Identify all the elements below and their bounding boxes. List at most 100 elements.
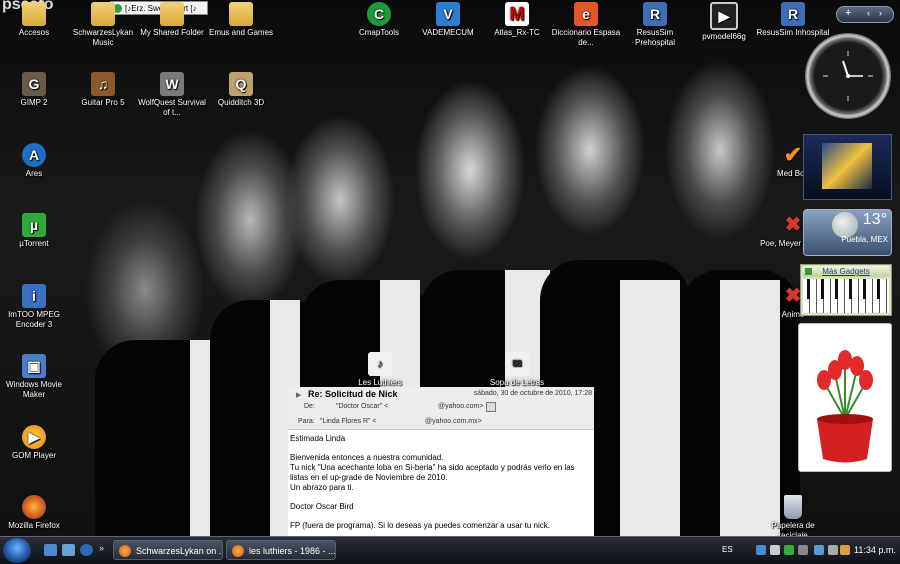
email-from-name: "Doctor Oscar" < <box>336 403 389 410</box>
desktop-icon-utorrent[interactable]: µ µTorrent <box>0 213 71 249</box>
more-gadgets-label: Más Gadgets <box>822 267 870 276</box>
desktop-icon-recycle-bin[interactable]: Papelera de reciclaje <box>756 495 830 536</box>
desktop-icon-diccionario[interactable]: e Diccionario Espasa de... <box>549 2 623 48</box>
gimp-icon: G <box>22 72 46 96</box>
language-indicator[interactable]: ES <box>722 545 733 554</box>
chevron-left-icon[interactable]: ‹ <box>867 8 870 18</box>
email-greeting: Estimada Linda <box>290 434 346 443</box>
sidebar-controls: + ‹ › <box>836 6 894 23</box>
resussim-icon: R <box>781 2 805 26</box>
firefox-icon <box>22 495 46 519</box>
desktop-icon-pvmodel66g[interactable]: ▶ pvmodel66g <box>687 2 761 42</box>
desktop-icon-vademecum[interactable]: V VADEMECUM <box>411 2 485 38</box>
document-icon: ✉ <box>505 352 529 376</box>
quidditch-icon: Q <box>229 72 253 96</box>
desktop-icon-my-shared-folder[interactable]: My Shared Folder <box>135 2 209 38</box>
desktop-icon-quidditch[interactable]: Q Quidditch 3D <box>204 72 278 108</box>
firefox-icon <box>119 545 131 557</box>
icon-label: Accesos <box>18 28 50 37</box>
icon-label: Mozilla Firefox <box>8 521 60 530</box>
desktop-icon-sopa-de-letras[interactable]: ✉ Sopa de Letras <box>480 352 554 388</box>
gom-player-icon: ▶ <box>22 425 46 449</box>
desktop-icon-atlas-rx-tc[interactable]: M Atlas_Rx-TC <box>480 2 554 38</box>
network-icon[interactable] <box>756 545 766 555</box>
desktop-icon-schwarzeslykan-music[interactable]: SchwarzesLykan Music <box>66 2 140 48</box>
clock-gadget[interactable] <box>805 33 891 119</box>
tray-app-icon[interactable] <box>784 545 794 555</box>
chevron-right-icon[interactable]: › <box>879 8 882 18</box>
start-button[interactable] <box>3 538 31 563</box>
desktop-icon-emus-and-games[interactable]: Emus and Games <box>204 2 278 38</box>
email-to-label: Para: <box>298 418 315 425</box>
desktop-icon-gimp[interactable]: G GIMP 2 <box>0 72 71 108</box>
desktop-icon-accesos[interactable]: Accesos <box>0 2 71 38</box>
folder-icon <box>22 2 46 26</box>
contact-card-icon <box>486 402 496 412</box>
desktop-icon-ares[interactable]: A Ares <box>0 143 71 179</box>
add-gadget-button[interactable]: + <box>845 7 851 19</box>
quicklaunch-chevron-icon[interactable]: » <box>99 543 104 553</box>
desktop-icon-gom-player[interactable]: ▶ GOM Player <box>0 425 71 461</box>
movie-maker-icon: ▣ <box>22 354 46 378</box>
resussim-icon: R <box>643 2 667 26</box>
utorrent-icon: µ <box>22 213 46 237</box>
email-line: listas en el up-grade de Noviembre de 20… <box>290 473 448 482</box>
slideshow-image <box>822 143 872 189</box>
imtoo-icon: i <box>22 284 46 308</box>
mail-arrow-icon: ▶ <box>296 392 302 399</box>
volume-icon[interactable] <box>828 545 838 555</box>
document-icon: ✖ <box>784 214 802 236</box>
tray-app-icon[interactable] <box>840 545 850 555</box>
recycle-bin-icon <box>784 495 802 519</box>
network-status-icon[interactable] <box>814 545 824 555</box>
internet-explorer-icon[interactable] <box>80 544 93 556</box>
task-label: les luthiers - 1986 - ... <box>249 546 336 556</box>
email-from-label: De: <box>304 403 315 410</box>
piano-keys[interactable] <box>803 279 889 313</box>
desktop-icon-les-luthiers[interactable]: ♪ Les Luthiers <box>343 352 417 388</box>
desktop-icon-resussim-prehospital[interactable]: R ResusSim Prehospital <box>618 2 692 48</box>
email-line: Bienvenida entonces a nuestra comunidad. <box>290 453 444 462</box>
safely-remove-icon[interactable] <box>770 545 780 555</box>
taskbar-button-les-luthiers[interactable]: les luthiers - 1986 - ... <box>226 540 336 560</box>
piano-black-keys <box>803 279 889 299</box>
desktop-wallpaper: pseafo [♪Erz. Sweetheart [♪ Accesos Schw… <box>0 0 900 536</box>
icon-label: ResusSim Prehospital <box>634 28 676 47</box>
desktop-icon-movie-maker[interactable]: ▣ Windows Movie Maker <box>0 354 71 400</box>
clock-display[interactable]: 11:34 p.m. <box>854 545 896 555</box>
cmaptools-icon: C <box>367 2 391 26</box>
icon-label: Papelera de reciclaje <box>771 521 815 536</box>
gadget-status-icon <box>805 268 812 275</box>
email-from-domain: @yahoo.com> <box>438 403 484 410</box>
switch-windows-icon[interactable] <box>62 544 75 556</box>
icon-label: VADEMECUM <box>422 28 474 37</box>
guitar-pro-icon: ♫ <box>91 72 115 96</box>
desktop-icon-firefox[interactable]: Mozilla Firefox <box>0 495 71 531</box>
show-desktop-icon[interactable] <box>44 544 57 556</box>
taskbar-button-firefox[interactable]: SchwarzesLykan on ... <box>113 540 223 560</box>
slideshow-gadget[interactable] <box>803 134 892 200</box>
icon-label: GIMP 2 <box>20 98 48 107</box>
email-date: sábado, 30 de octubre de 2010, 17:28 <box>473 390 592 397</box>
email-footer: FP (fuera de programa). Si lo deseas ya … <box>290 521 550 530</box>
email-to-name: "Linda Flores R" < <box>320 418 377 425</box>
flower-picture-gadget[interactable] <box>798 323 892 472</box>
email-line: Tu nick "Una acechante loba en Si-beria"… <box>290 463 575 472</box>
desktop-icon-wolfquest[interactable]: W WolfQuest Survival of t... <box>135 72 209 118</box>
desktop-icon-guitar-pro[interactable]: ♫ Guitar Pro 5 <box>66 72 140 108</box>
folder-icon <box>160 2 184 26</box>
weather-gadget[interactable]: 13° Puebla, MEX <box>803 209 892 256</box>
wolfquest-icon: W <box>160 72 184 96</box>
email-header: ▶ Re: Solicitud de Nick sábado, 30 de oc… <box>288 387 594 430</box>
more-gadgets-link[interactable]: Más Gadgets <box>803 266 889 277</box>
icon-label: WolfQuest Survival of t... <box>138 98 206 117</box>
piano-gadget[interactable]: Más Gadgets <box>800 264 892 316</box>
document-icon: ♪ <box>368 352 392 376</box>
tray-app-icon[interactable] <box>798 545 808 555</box>
desktop-icon-imtoo[interactable]: i ImTOO MPEG Encoder 3 <box>0 284 71 330</box>
email-to-domain: @yahoo.com.mx> <box>425 418 482 425</box>
email-preview-window[interactable]: ▶ Re: Solicitud de Nick sábado, 30 de oc… <box>288 387 594 536</box>
taskbar: » SchwarzesLykan on ... les luthiers - 1… <box>0 536 900 564</box>
desktop-icon-cmaptools[interactable]: C CmapTools <box>342 2 416 38</box>
icon-label: Quidditch 3D <box>217 98 265 107</box>
